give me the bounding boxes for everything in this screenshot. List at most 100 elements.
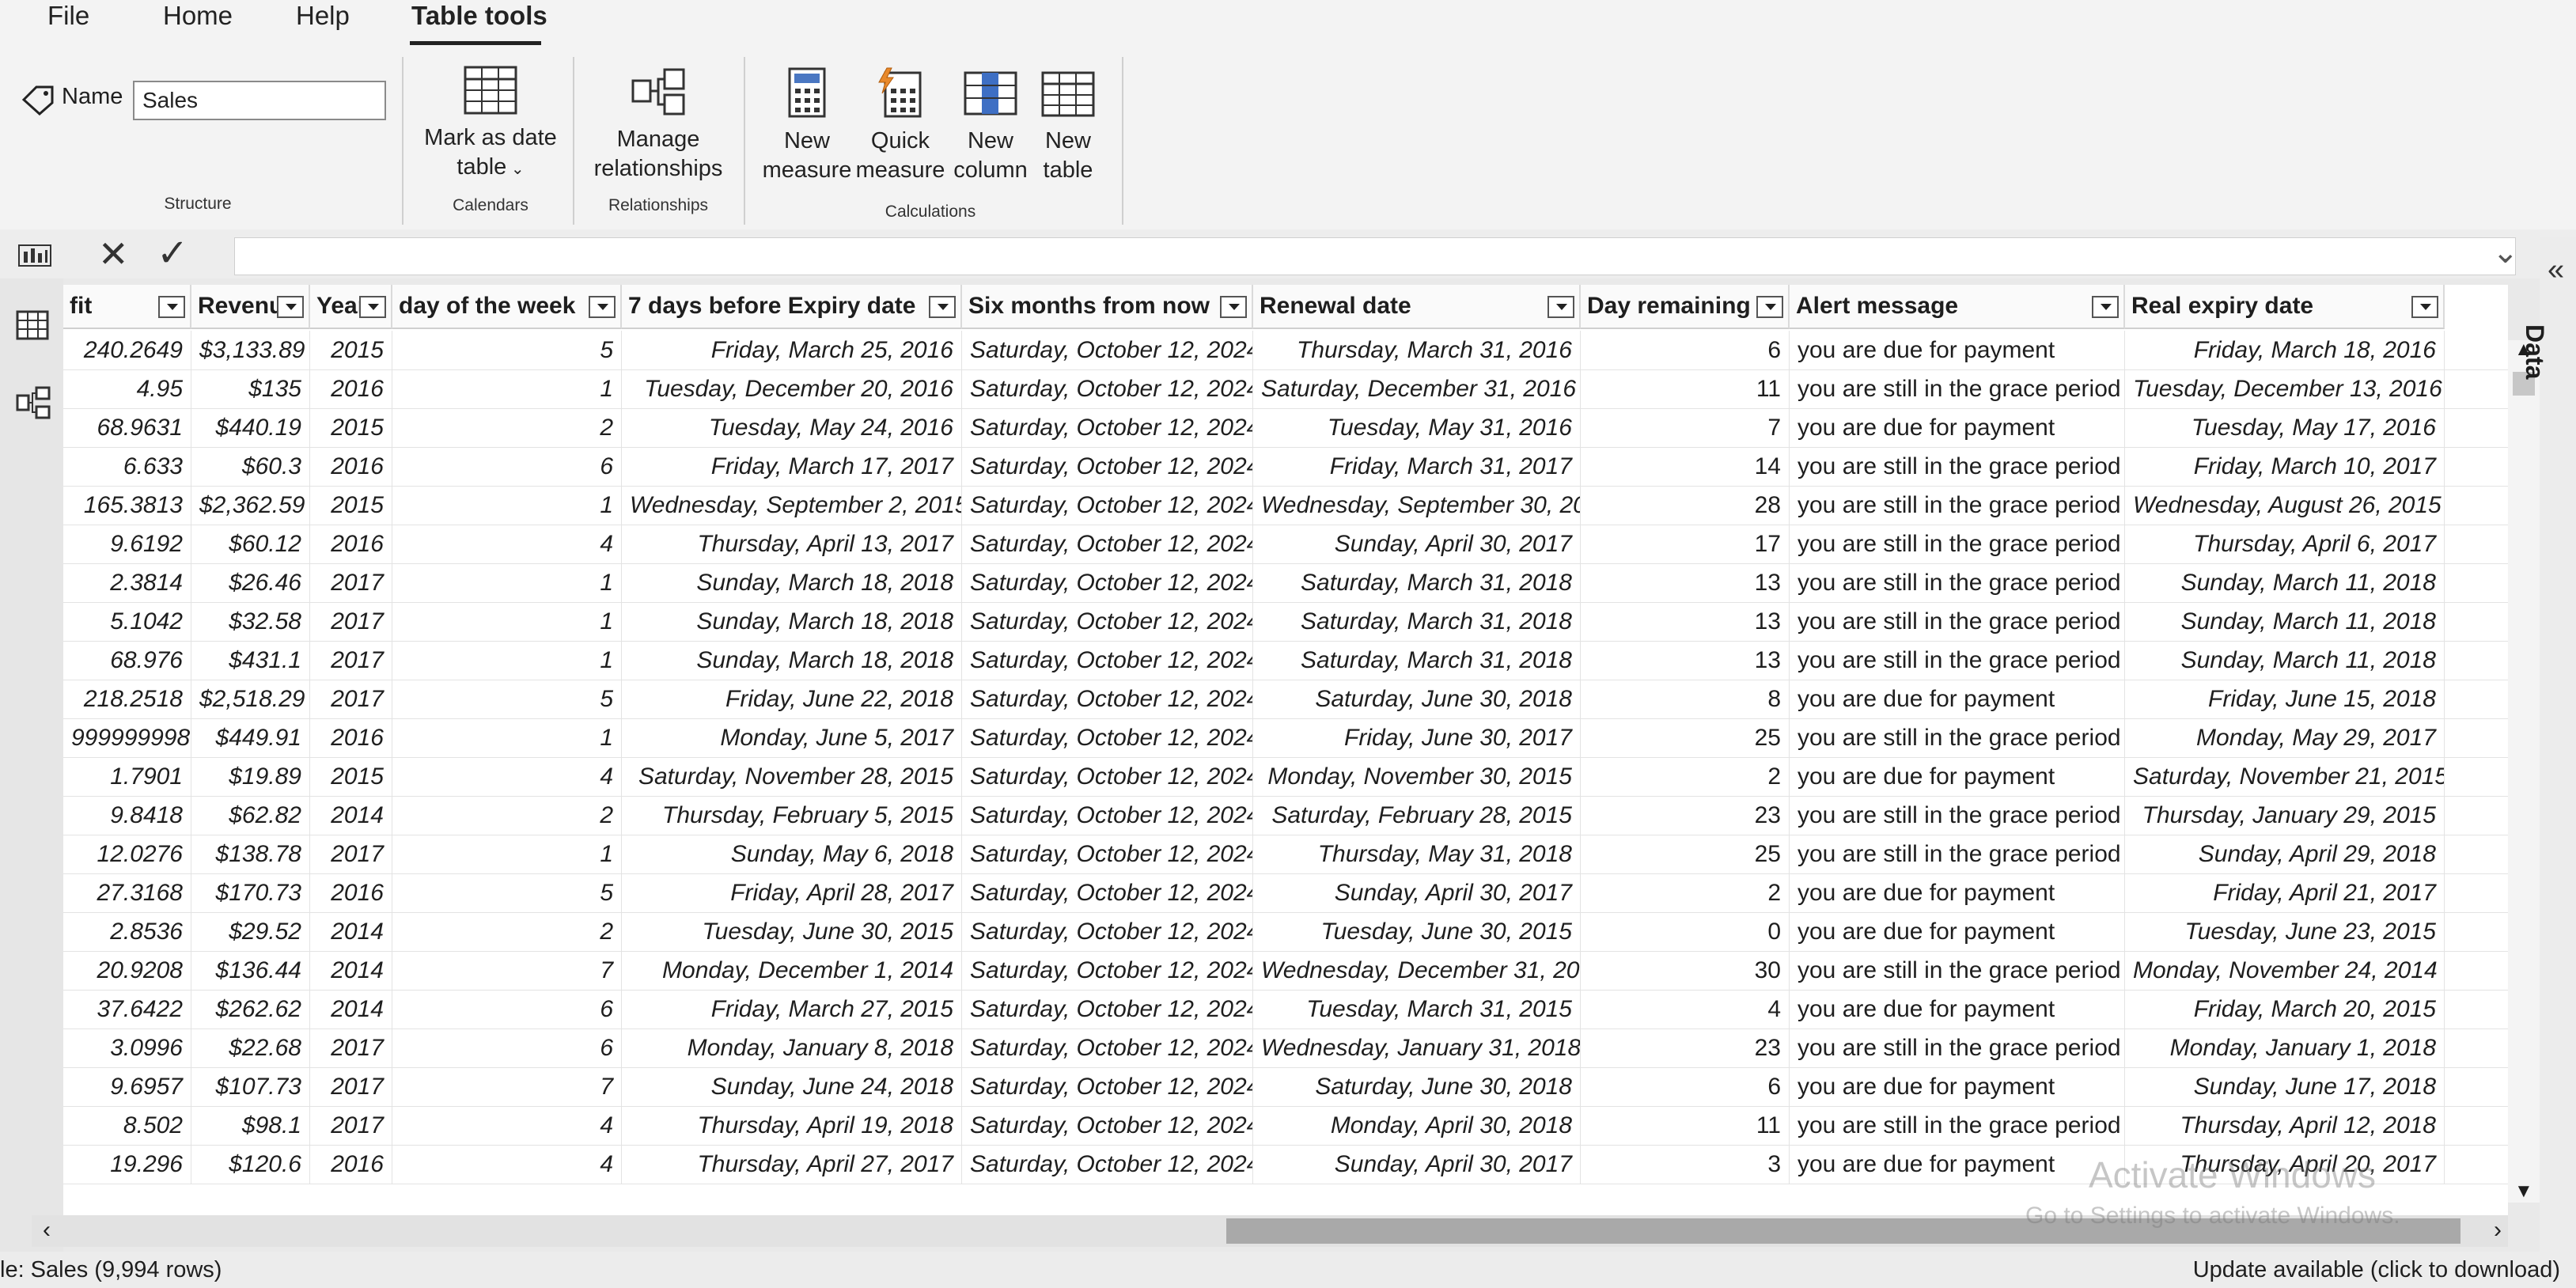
table-cell[interactable]: $29.52 <box>191 912 310 951</box>
filter-dropdown-icon[interactable] <box>158 296 185 318</box>
table-view-icon[interactable] <box>16 310 49 340</box>
table-row[interactable]: 4.95 $135 2016 1 Tuesday, December 20, 2016 S… <box>63 369 2508 409</box>
table-cell[interactable]: Wednesday, August 26, 2015 <box>2125 486 2445 525</box>
table-cell[interactable]: Saturday, October 12, 2024 <box>962 447 1253 486</box>
table-cell[interactable]: 9.8418 <box>63 796 191 835</box>
table-cell[interactable]: you are still in the grace period <box>1790 369 2125 408</box>
table-cell[interactable]: Sunday, March 11, 2018 <box>2125 602 2445 641</box>
table-cell[interactable]: $2,362.59 <box>191 486 310 525</box>
table-cell[interactable]: 2017 <box>310 563 392 602</box>
menu-file[interactable]: File <box>47 0 89 32</box>
filter-dropdown-icon[interactable] <box>359 296 386 318</box>
table-cell[interactable]: Saturday, October 12, 2024 <box>962 757 1253 796</box>
table-cell[interactable]: 2014 <box>310 951 392 990</box>
table-cell[interactable]: 2017 <box>310 602 392 641</box>
table-cell[interactable]: Saturday, October 12, 2024 <box>962 990 1253 1029</box>
table-cell[interactable]: Wednesday, September 2, 2015 <box>622 486 962 525</box>
table-row[interactable]: 165.3813 $2,362.59 2015 1 Wednesday, Septemb… <box>63 486 2508 525</box>
table-cell[interactable]: Saturday, June 30, 2018 <box>1253 1067 1581 1106</box>
table-cell[interactable]: Thursday, February 5, 2015 <box>622 796 962 835</box>
table-cell[interactable]: Thursday, April 19, 2018 <box>622 1106 962 1145</box>
table-cell[interactable]: 1 <box>392 718 622 757</box>
table-cell[interactable]: Saturday, November 28, 2015 <box>622 757 962 796</box>
table-cell[interactable]: Tuesday, June 30, 2015 <box>1253 912 1581 951</box>
table-cell[interactable]: Tuesday, December 13, 2016 <box>2125 369 2445 408</box>
table-cell[interactable]: 1 <box>392 369 622 408</box>
table-cell[interactable]: Saturday, November 21, 2015 <box>2125 757 2445 796</box>
table-cell[interactable]: Thursday, April 27, 2017 <box>622 1145 962 1184</box>
table-cell[interactable]: you are due for payment <box>1790 757 2125 796</box>
filter-dropdown-icon[interactable] <box>1220 296 1247 318</box>
table-cell[interactable]: 2015 <box>310 757 392 796</box>
table-cell[interactable]: you are due for payment <box>1790 912 2125 951</box>
table-cell[interactable]: $60.12 <box>191 525 310 563</box>
table-cell[interactable]: you are due for payment <box>1790 331 2125 369</box>
table-cell[interactable]: Sunday, March 11, 2018 <box>2125 563 2445 602</box>
table-row[interactable]: 2.8536 $29.52 2014 2 Tuesday, June 30, 2015 S… <box>63 912 2508 952</box>
table-cell[interactable]: 11 <box>1581 369 1790 408</box>
table-cell[interactable]: 1.7901 <box>63 757 191 796</box>
table-cell[interactable]: 2017 <box>310 1067 392 1106</box>
table-cell[interactable]: 6.633 <box>63 447 191 486</box>
table-cell[interactable]: Wednesday, September 30, 2015 <box>1253 486 1581 525</box>
table-cell[interactable]: you are still in the grace period <box>1790 602 2125 641</box>
table-cell[interactable]: $136.44 <box>191 951 310 990</box>
table-cell[interactable]: 2016 <box>310 525 392 563</box>
table-name-input[interactable] <box>133 81 386 120</box>
table-cell[interactable]: 5.1042 <box>63 602 191 641</box>
table-cell[interactable]: Tuesday, May 17, 2016 <box>2125 408 2445 447</box>
table-cell[interactable]: 1 <box>392 835 622 873</box>
table-cell[interactable]: $98.1 <box>191 1106 310 1145</box>
table-row[interactable]: 5.1042 $32.58 2017 1 Sunday, March 18, 2018 S… <box>63 602 2508 642</box>
table-cell[interactable]: 2016 <box>310 1145 392 1184</box>
table-cell[interactable]: Sunday, March 18, 2018 <box>622 641 962 680</box>
table-cell[interactable]: Monday, April 30, 2018 <box>1253 1106 1581 1145</box>
table-cell[interactable]: Monday, January 8, 2018 <box>622 1029 962 1067</box>
new-column-button[interactable]: New column <box>949 66 1032 185</box>
table-cell[interactable]: 4 <box>1581 990 1790 1029</box>
table-cell[interactable]: $62.82 <box>191 796 310 835</box>
table-cell[interactable]: you are due for payment <box>1790 408 2125 447</box>
table-cell[interactable]: 2016 <box>310 369 392 408</box>
table-cell[interactable]: 0 <box>1581 912 1790 951</box>
table-cell[interactable]: Saturday, February 28, 2015 <box>1253 796 1581 835</box>
table-cell[interactable]: 165.3813 <box>63 486 191 525</box>
new-measure-button[interactable]: New measure <box>760 66 854 185</box>
filter-dropdown-icon[interactable] <box>929 296 956 318</box>
table-cell[interactable]: Saturday, October 12, 2024 <box>962 331 1253 369</box>
table-cell[interactable]: 2 <box>392 408 622 447</box>
table-cell[interactable]: $120.6 <box>191 1145 310 1184</box>
menu-table-tools[interactable]: Table tools <box>411 0 547 32</box>
table-cell[interactable]: 2.8536 <box>63 912 191 951</box>
table-row[interactable]: 240.2649 $3,133.89 2015 5 Friday, March 25, … <box>63 331 2508 370</box>
table-cell[interactable]: 2017 <box>310 835 392 873</box>
table-cell[interactable]: Saturday, October 12, 2024 <box>962 486 1253 525</box>
table-cell[interactable]: you are still in the grace period <box>1790 1029 2125 1067</box>
table-cell[interactable]: 17 <box>1581 525 1790 563</box>
table-cell[interactable]: you are due for payment <box>1790 1145 2125 1184</box>
table-cell[interactable]: Saturday, October 12, 2024 <box>962 641 1253 680</box>
table-cell[interactable]: 3.0996 <box>63 1029 191 1067</box>
column-header[interactable]: Revenue <box>191 285 310 329</box>
table-cell[interactable]: Saturday, October 12, 2024 <box>962 408 1253 447</box>
table-cell[interactable]: you are still in the grace period <box>1790 718 2125 757</box>
table-cell[interactable]: 7 <box>392 1067 622 1106</box>
table-cell[interactable]: Saturday, October 12, 2024 <box>962 835 1253 873</box>
table-cell[interactable]: 12.0276 <box>63 835 191 873</box>
table-cell[interactable]: 1 <box>392 563 622 602</box>
table-cell[interactable]: 68.9631 <box>63 408 191 447</box>
table-cell[interactable]: Saturday, October 12, 2024 <box>962 1067 1253 1106</box>
table-cell[interactable]: Tuesday, March 31, 2015 <box>1253 990 1581 1029</box>
filter-dropdown-icon[interactable] <box>589 296 616 318</box>
table-cell[interactable]: you are still in the grace period <box>1790 447 2125 486</box>
table-cell[interactable]: Sunday, April 30, 2017 <box>1253 1145 1581 1184</box>
column-header[interactable]: fit <box>63 285 191 329</box>
table-cell[interactable]: Saturday, October 12, 2024 <box>962 1029 1253 1067</box>
table-cell[interactable]: $2,518.29 <box>191 680 310 718</box>
scroll-right-icon[interactable]: › <box>2494 1217 2502 1244</box>
table-cell[interactable]: 2015 <box>310 331 392 369</box>
table-cell[interactable]: you are still in the grace period <box>1790 835 2125 873</box>
table-cell[interactable]: Sunday, May 6, 2018 <box>622 835 962 873</box>
table-cell[interactable]: Sunday, March 11, 2018 <box>2125 641 2445 680</box>
table-cell[interactable]: 13 <box>1581 563 1790 602</box>
